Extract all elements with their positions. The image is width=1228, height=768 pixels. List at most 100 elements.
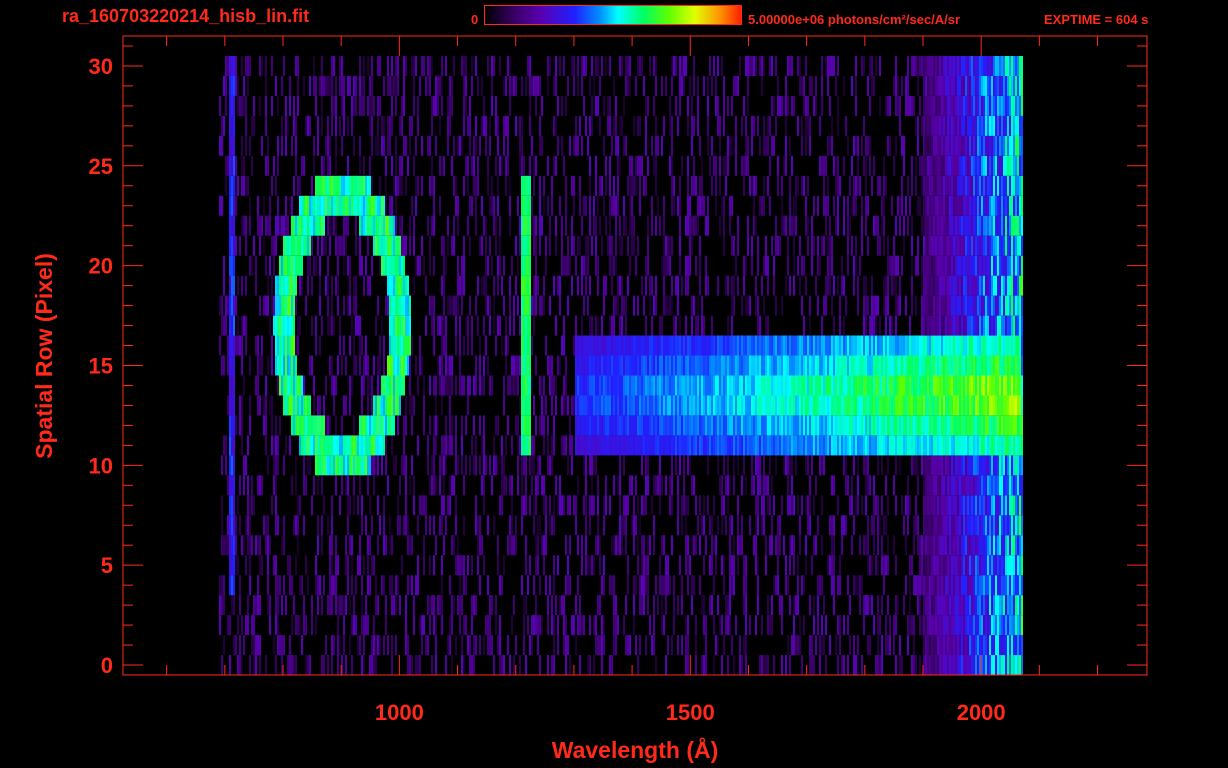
heatmap-cell <box>639 415 641 436</box>
heatmap-cell <box>647 555 649 576</box>
heatmap-cell <box>969 395 971 416</box>
heatmap-cell <box>877 655 879 675</box>
heatmap-cell <box>539 575 541 596</box>
heatmap-cell <box>969 235 971 256</box>
heatmap-cell <box>233 475 235 496</box>
heatmap-cell <box>295 235 297 256</box>
heatmap-cell <box>853 435 855 456</box>
heatmap-cell <box>925 215 927 236</box>
heatmap-cell <box>369 415 371 436</box>
heatmap-cell <box>313 215 315 236</box>
heatmap-cell <box>573 615 575 636</box>
heatmap-cell <box>591 475 593 496</box>
heatmap-cell <box>389 395 391 416</box>
heatmap-cell <box>459 355 461 376</box>
heatmap-cell <box>953 635 955 656</box>
heatmap-cell <box>641 375 643 396</box>
heatmap-cell <box>879 355 881 376</box>
heatmap-cell <box>927 335 929 356</box>
heatmap-cell <box>935 355 937 376</box>
heatmap-cell <box>963 575 965 596</box>
heatmap-cell <box>771 395 773 416</box>
heatmap-cell <box>445 455 447 476</box>
heatmap-cell <box>319 295 321 316</box>
heatmap-cell <box>221 655 223 675</box>
heatmap-cell <box>615 215 617 236</box>
heatmap-cell <box>275 275 277 296</box>
heatmap-cell <box>933 655 935 675</box>
heatmap-cell <box>553 435 555 456</box>
heatmap-cell <box>305 435 307 456</box>
heatmap-cell <box>971 315 973 336</box>
heatmap-cell <box>399 595 401 616</box>
heatmap-cell <box>449 395 451 416</box>
heatmap-cell <box>639 575 641 596</box>
heatmap-cell <box>789 555 791 576</box>
heatmap-cell <box>379 235 381 256</box>
heatmap-cell <box>339 335 341 356</box>
heatmap-cell <box>953 415 955 436</box>
heatmap-cell <box>957 615 959 636</box>
heatmap-cell <box>299 375 301 396</box>
heatmap-cell <box>741 515 743 536</box>
heatmap-cell <box>741 475 743 496</box>
heatmap-cell <box>233 275 235 296</box>
heatmap-cell <box>883 515 885 536</box>
heatmap-cell <box>707 275 709 296</box>
heatmap-cell <box>367 215 369 236</box>
heatmap-cell <box>475 435 477 456</box>
heatmap-cell <box>955 295 957 316</box>
heatmap-cell <box>487 515 489 536</box>
heatmap-cell <box>515 415 517 436</box>
heatmap-cell <box>231 415 233 436</box>
heatmap-cell <box>811 375 813 396</box>
heatmap-cell <box>779 435 781 456</box>
heatmap-cell <box>687 495 689 516</box>
heatmap-cell <box>229 435 231 456</box>
heatmap-cell <box>659 395 661 416</box>
heatmap-cell <box>845 395 847 416</box>
heatmap-cell <box>1005 595 1007 616</box>
heatmap-cell <box>593 355 595 376</box>
heatmap-cell <box>419 655 421 675</box>
heatmap-cell <box>817 575 819 596</box>
heatmap-cell <box>599 375 601 396</box>
heatmap-cell <box>547 655 549 675</box>
heatmap-cell <box>813 595 815 616</box>
heatmap-cell <box>323 435 325 456</box>
heatmap-cell <box>521 355 523 376</box>
heatmap-cell <box>957 595 959 616</box>
heatmap-cell <box>455 515 457 536</box>
heatmap-cell <box>621 375 623 396</box>
heatmap-cell <box>445 515 447 536</box>
heatmap-cell <box>963 635 965 656</box>
heatmap-cell <box>409 655 411 675</box>
heatmap-cell <box>841 435 843 456</box>
heatmap-cell <box>805 215 807 236</box>
heatmap-cell <box>957 315 959 336</box>
heatmap-cell <box>823 455 825 476</box>
heatmap-cell <box>661 435 663 456</box>
heatmap-cell <box>533 435 535 456</box>
heatmap-cell <box>285 335 287 356</box>
heatmap-cell <box>267 555 269 576</box>
heatmap-cell <box>265 215 267 236</box>
heatmap-cell <box>279 375 281 396</box>
heatmap-cell <box>377 415 379 436</box>
heatmap-cell <box>549 515 551 536</box>
heatmap-cell <box>837 575 839 596</box>
heatmap-cell <box>619 535 621 556</box>
heatmap-cell <box>383 535 385 556</box>
heatmap-cell <box>377 535 379 556</box>
heatmap-cell <box>323 495 325 516</box>
heatmap-cell <box>759 655 761 675</box>
heatmap-cell <box>705 655 707 675</box>
heatmap-cell <box>947 275 949 296</box>
heatmap-cell <box>309 415 311 436</box>
heatmap-cell <box>523 375 525 396</box>
heatmap-cell <box>869 315 871 336</box>
heatmap-cell <box>531 635 533 656</box>
heatmap-cell <box>311 615 313 636</box>
heatmap-cell <box>597 255 599 276</box>
heatmap-cell <box>241 215 243 236</box>
